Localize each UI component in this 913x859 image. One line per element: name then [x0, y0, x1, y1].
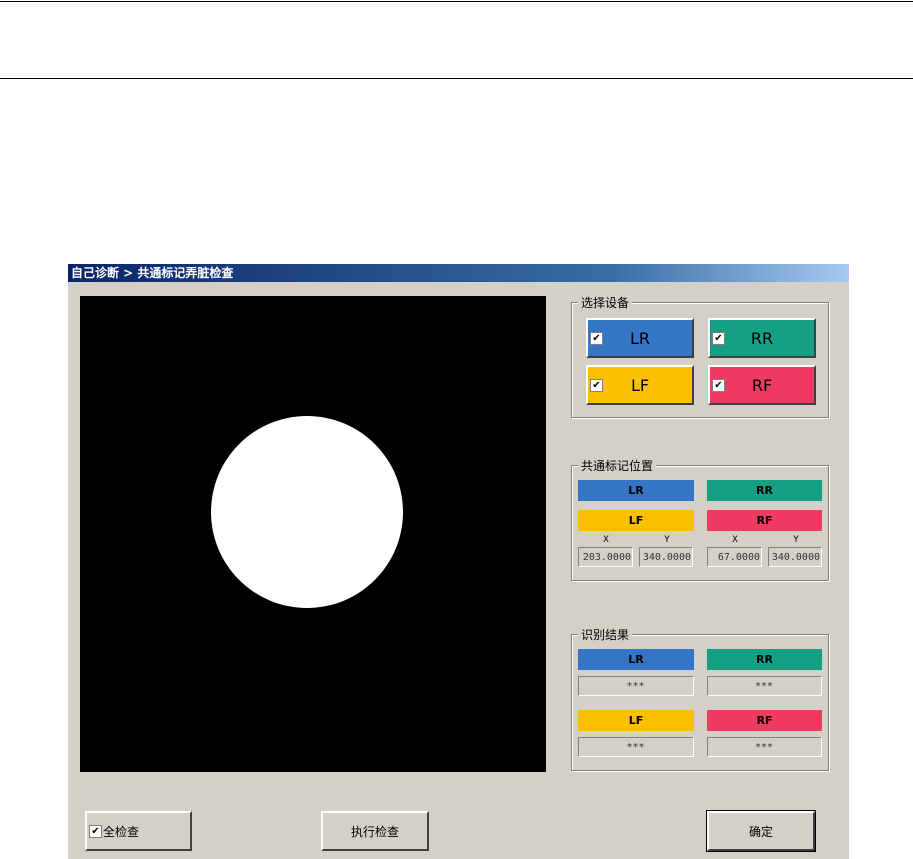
axis-label-y: Y	[793, 535, 799, 545]
checkbox-lf[interactable]: ✔	[590, 379, 603, 392]
result-lf: ***	[578, 737, 694, 757]
device-button-lf[interactable]: ✔ LF	[586, 365, 694, 405]
result-rf: ***	[707, 737, 822, 757]
check-all-button[interactable]: ✔ 全检查	[85, 811, 192, 851]
lr-y-field[interactable]: 340.0000	[639, 547, 693, 567]
result-lr: ***	[578, 676, 694, 696]
label-rf: RF	[707, 510, 822, 531]
check-all-checkbox[interactable]: ✔	[89, 825, 102, 838]
label-lr: LR	[578, 649, 694, 670]
dialog-window: 自己诊断 > 共通标记弄脏检查 选择设备 ✔ LR ✔ RR ✔ LF ✔ RF 共通标…	[67, 263, 849, 859]
label-rr: RR	[707, 649, 822, 670]
device-button-lr[interactable]: ✔ LR	[586, 318, 694, 358]
label-rr: RR	[707, 480, 822, 501]
checkbox-rr[interactable]: ✔	[712, 332, 725, 345]
group-legend: 共通标记位置	[578, 457, 657, 474]
execute-check-button[interactable]: 执行检查	[321, 811, 429, 851]
button-label: LR	[629, 328, 651, 348]
button-label: RR	[750, 328, 774, 348]
rr-y-field[interactable]: 340.0000	[768, 547, 822, 567]
group-legend: 识别结果	[578, 626, 633, 643]
camera-image-view	[80, 296, 546, 772]
window-title: 自己诊断 > 共通标记弄脏检查	[68, 264, 849, 282]
mark-position-group: 共通标记位置 LR RR LF RF X Y X Y 203.0000 340.…	[571, 457, 829, 581]
ok-button[interactable]: 确定	[706, 810, 816, 852]
group-legend: 选择设备	[578, 294, 633, 311]
button-label: 全检查	[103, 824, 140, 839]
axis-label-x: X	[603, 535, 609, 545]
label-rf: RF	[707, 710, 822, 731]
label-lf: LF	[578, 510, 694, 531]
button-label: RF	[751, 375, 773, 395]
device-button-rr[interactable]: ✔ RR	[708, 318, 816, 358]
device-select-group: 选择设备 ✔ LR ✔ RR ✔ LF ✔ RF	[571, 294, 829, 418]
label-lr: LR	[578, 480, 694, 501]
checkbox-rf[interactable]: ✔	[712, 379, 725, 392]
result-rr: ***	[707, 676, 822, 696]
button-label: LF	[630, 375, 650, 395]
checkbox-lr[interactable]: ✔	[590, 332, 603, 345]
lr-x-field[interactable]: 203.0000	[578, 547, 633, 567]
button-label: 执行检查	[350, 824, 399, 839]
mark-blob	[211, 416, 403, 608]
axis-label-x: X	[732, 535, 738, 545]
label-lf: LF	[578, 710, 694, 731]
rr-x-field[interactable]: 67.0000	[707, 547, 762, 567]
device-button-rf[interactable]: ✔ RF	[708, 365, 816, 405]
header-rule	[0, 78, 913, 79]
axis-label-y: Y	[664, 535, 670, 545]
top-rule	[0, 1, 913, 2]
result-group: 识别结果 LR RR *** *** LF RF *** ***	[571, 626, 829, 771]
button-label: 确定	[748, 824, 773, 839]
